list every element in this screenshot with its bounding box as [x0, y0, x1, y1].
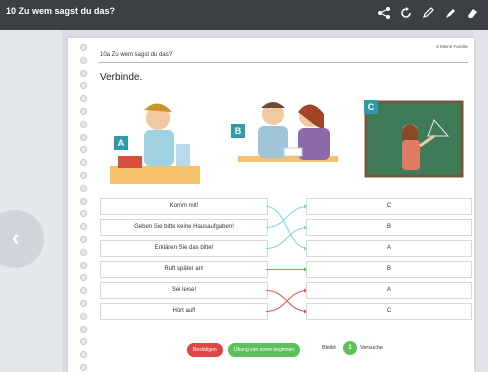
- binder-ring: [80, 236, 87, 243]
- binder-ring: [80, 120, 87, 128]
- confirm-button[interactable]: Bestätigen: [187, 343, 223, 357]
- binder-ring: [80, 287, 87, 295]
- binder-ring: [80, 146, 87, 154]
- marker-icon[interactable]: [442, 6, 458, 22]
- connection-line: [266, 290, 308, 312]
- binder-ring: [80, 300, 87, 307]
- remaining-count-badge: 1: [343, 341, 357, 355]
- binder-ring: [80, 95, 87, 103]
- exercise-heading: 10a Zu wem sagst du das?: [100, 52, 173, 58]
- connection-line: [266, 206, 308, 228]
- binder-ring: [80, 248, 87, 256]
- answer-option[interactable]: B: [306, 219, 472, 236]
- chevron-left-icon: ‹: [12, 225, 20, 250]
- image-label-c: C: [364, 100, 378, 114]
- binder-ring: [80, 108, 87, 115]
- binder-ring: [80, 261, 87, 269]
- unit-heading: 6 Meine Familie: [436, 44, 468, 49]
- binder-ring: [80, 56, 87, 64]
- binder-ring: [80, 159, 87, 167]
- answer-option[interactable]: A: [306, 282, 472, 299]
- binder-ring: [80, 364, 87, 371]
- phrase-option[interactable]: Geben Sie bitte keine Hausaufgaben!: [100, 219, 268, 236]
- connection-line: [266, 227, 308, 249]
- binder-ring: [80, 274, 87, 282]
- phrase-option[interactable]: Hört auf!: [100, 303, 268, 320]
- right-panel: [474, 30, 488, 372]
- binder-ring: [80, 69, 87, 77]
- left-panel: ‹: [0, 30, 62, 372]
- refresh-icon[interactable]: [398, 6, 414, 22]
- share-icon[interactable]: [376, 6, 392, 22]
- phrase-option[interactable]: Ruft später an!: [100, 261, 268, 278]
- image-label-b: B: [231, 124, 245, 138]
- answer-option[interactable]: B: [306, 261, 472, 278]
- connection-lines: [266, 204, 308, 314]
- previous-page-button[interactable]: ‹: [0, 210, 44, 268]
- answer-option[interactable]: C: [306, 198, 472, 215]
- binder-ring: [80, 197, 87, 205]
- window-title: 10 Zu wem sagst du das?: [6, 6, 116, 16]
- binder-ring: [80, 133, 87, 141]
- worksheet-page: 10a Zu wem sagst du das? 6 Meine Familie…: [68, 38, 474, 372]
- binder-ring: [80, 184, 87, 192]
- remaining-label: Bleibt: [322, 345, 336, 351]
- answer-option[interactable]: A: [306, 240, 472, 257]
- binder-ring: [80, 325, 87, 333]
- restart-button[interactable]: Übung von vorne beginnen: [228, 343, 301, 357]
- illustration-a: A: [100, 96, 210, 188]
- attempts-label: Versuche: [360, 345, 383, 351]
- instruction-text: Verbinde.: [100, 72, 143, 83]
- binder-ring: [80, 172, 87, 179]
- image-label-a: A: [114, 136, 128, 150]
- answer-option[interactable]: C: [306, 303, 472, 320]
- connection-line: [266, 206, 308, 249]
- title-bar: 10 Zu wem sagst du das?: [0, 0, 488, 30]
- pencil-icon[interactable]: [420, 6, 436, 22]
- illustration-b: B: [228, 96, 348, 188]
- binder-ring: [80, 44, 87, 51]
- binder-ring: [80, 210, 87, 218]
- binder-ring: [80, 82, 87, 90]
- binder-ring: [80, 312, 87, 320]
- phrase-option[interactable]: Erklären Sie das bitte!: [100, 240, 268, 257]
- phrase-option[interactable]: Komm mit!: [100, 198, 268, 215]
- binder-ring: [80, 338, 87, 346]
- binder-ring: [80, 351, 87, 359]
- illustration-c: C: [364, 96, 464, 188]
- phrase-option[interactable]: Sei leise!: [100, 282, 268, 299]
- eraser-icon[interactable]: [464, 6, 480, 22]
- binder-ring: [80, 223, 87, 231]
- header-divider: [98, 62, 468, 63]
